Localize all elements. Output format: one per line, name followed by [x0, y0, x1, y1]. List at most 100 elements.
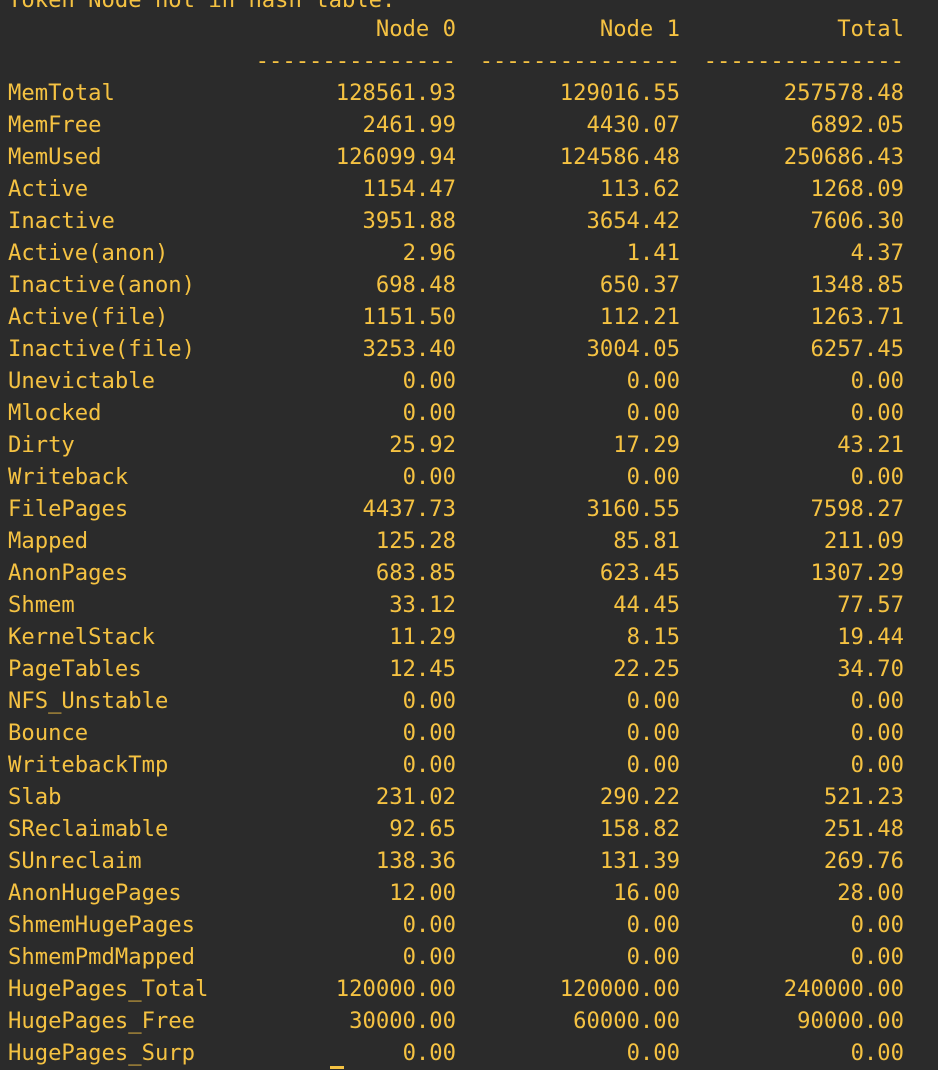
- row-node1-value: 112.21: [599, 304, 680, 330]
- table-row: SUnreclaim 138.36 131.39 269.76: [0, 845, 938, 877]
- row-node0-value: 138.36: [375, 848, 456, 874]
- row-total-value: 90000.00: [797, 1008, 904, 1034]
- table-row: MemUsed 126099.94 124586.48 250686.43: [0, 141, 938, 173]
- row-node1-value: 129016.55: [559, 80, 680, 106]
- row-node0-value: 0.00: [402, 688, 456, 714]
- row-label: SUnreclaim: [8, 848, 142, 874]
- row-label: Active(file): [8, 304, 169, 330]
- row-node1-value: 8.15: [626, 624, 680, 650]
- row-node0-value: 231.02: [375, 784, 456, 810]
- row-node1-value: 623.45: [599, 560, 680, 586]
- table-row: FilePages 4437.73 3160.55 7598.27: [0, 493, 938, 525]
- row-total-value: 0.00: [850, 752, 904, 778]
- table-row: Active 1154.47 113.62 1268.09: [0, 173, 938, 205]
- row-node1-value: 16.00: [613, 880, 680, 906]
- row-total-value: 0.00: [850, 368, 904, 394]
- row-label: Inactive(anon): [8, 272, 196, 298]
- table-row: AnonHugePages 12.00 16.00 28.00: [0, 877, 938, 909]
- table-row: PageTables 12.45 22.25 34.70: [0, 653, 938, 685]
- row-label: SReclaimable: [8, 816, 169, 842]
- row-label: PageTables: [8, 656, 142, 682]
- row-node0-value: 683.85: [375, 560, 456, 586]
- table-row: Mlocked 0.00 0.00 0.00: [0, 397, 938, 429]
- row-node1-value: 0.00: [626, 688, 680, 714]
- row-total-value: 34.70: [837, 656, 904, 682]
- table-row: HugePages_Free 30000.00 60000.00 90000.00: [0, 1005, 938, 1037]
- row-node1-value: 1.41: [626, 240, 680, 266]
- table-row: SReclaimable 92.65 158.82 251.48: [0, 813, 938, 845]
- row-label: Mlocked: [8, 400, 102, 426]
- row-node0-value: 0.00: [402, 400, 456, 426]
- row-node0-value: 4437.73: [362, 496, 456, 522]
- row-total-value: 211.09: [823, 528, 904, 554]
- row-total-value: 250686.43: [783, 144, 904, 170]
- row-node0-value: 0.00: [402, 720, 456, 746]
- row-node0-value: 120000.00: [335, 976, 456, 1002]
- row-label: Slab: [8, 784, 62, 810]
- row-total-value: 240000.00: [783, 976, 904, 1002]
- row-total-value: 1307.29: [810, 560, 904, 586]
- table-row: Dirty 25.92 17.29 43.21: [0, 429, 938, 461]
- row-node0-value: 0.00: [402, 464, 456, 490]
- row-node0-value: 33.12: [389, 592, 456, 618]
- table-row: HugePages_Total 120000.00 120000.00 240000.…: [0, 973, 938, 1005]
- table-row: ShmemPmdMapped 0.00 0.00 0.00: [0, 941, 938, 973]
- row-node0-value: 92.65: [389, 816, 456, 842]
- header-node0: Node 0: [375, 16, 456, 42]
- row-label: ShmemHugePages: [8, 912, 196, 938]
- row-node1-value: 3160.55: [586, 496, 680, 522]
- row-node1-value: 17.29: [613, 432, 680, 458]
- table-header-row: Node 0 Node 1 Total: [0, 13, 938, 45]
- row-total-value: 77.57: [837, 592, 904, 618]
- row-total-value: 521.23: [823, 784, 904, 810]
- row-node0-value: 2.96: [402, 240, 456, 266]
- row-node0-value: 30000.00: [349, 1008, 456, 1034]
- row-node1-value: 22.25: [613, 656, 680, 682]
- row-node0-value: 1154.47: [362, 176, 456, 202]
- separator-total: ---------------: [703, 48, 904, 74]
- row-node1-value: 44.45: [613, 592, 680, 618]
- terminal-window[interactable]: Token Node not in hash table. Node 0 Nod…: [0, 0, 938, 1070]
- row-total-value: 7598.27: [810, 496, 904, 522]
- row-node1-value: 0.00: [626, 752, 680, 778]
- row-label: Mapped: [8, 528, 89, 554]
- table-separator-row: --------------- --------------- --------…: [0, 45, 938, 77]
- table-row: Inactive(file) 3253.40 3004.05 6257.45: [0, 333, 938, 365]
- row-total-value: 0.00: [850, 912, 904, 938]
- row-label: AnonPages: [8, 560, 129, 586]
- row-node1-value: 0.00: [626, 1040, 680, 1066]
- row-node1-value: 3004.05: [586, 336, 680, 362]
- row-total-value: 6892.05: [810, 112, 904, 138]
- row-node0-value: 1151.50: [362, 304, 456, 330]
- row-label: Active(anon): [8, 240, 169, 266]
- separator-node1: ---------------: [479, 48, 680, 74]
- table-row: AnonPages 683.85 623.45 1307.29: [0, 557, 938, 589]
- row-label: AnonHugePages: [8, 880, 182, 906]
- row-node0-value: 0.00: [402, 368, 456, 394]
- table-row: Inactive(anon) 698.48 650.37 1348.85: [0, 269, 938, 301]
- row-label: Inactive: [8, 208, 115, 234]
- row-node0-value: 3253.40: [362, 336, 456, 362]
- row-total-value: 4.37: [850, 240, 904, 266]
- row-label: Bounce: [8, 720, 89, 746]
- header-total: Total: [837, 16, 904, 42]
- row-label: HugePages_Free: [8, 1008, 196, 1034]
- table-row: Bounce 0.00 0.00 0.00: [0, 717, 938, 749]
- row-label: Dirty: [8, 432, 75, 458]
- row-node1-value: 3654.42: [586, 208, 680, 234]
- row-node0-value: 0.00: [402, 1040, 456, 1066]
- table-row: Writeback 0.00 0.00 0.00: [0, 461, 938, 493]
- table-row: HugePages_Surp 0.00 0.00 0.00: [0, 1037, 938, 1069]
- row-node0-value: 0.00: [402, 752, 456, 778]
- row-total-value: 0.00: [850, 400, 904, 426]
- row-node1-value: 120000.00: [559, 976, 680, 1002]
- row-node1-value: 290.22: [599, 784, 680, 810]
- row-total-value: 1263.71: [810, 304, 904, 330]
- row-node1-value: 113.62: [599, 176, 680, 202]
- table-row: ShmemHugePages 0.00 0.00 0.00: [0, 909, 938, 941]
- row-label: MemFree: [8, 112, 102, 138]
- terminal-cursor: [330, 1066, 344, 1069]
- table-row: MemTotal 128561.93 129016.55 257578.48: [0, 77, 938, 109]
- row-label: Shmem: [8, 592, 75, 618]
- row-node0-value: 126099.94: [335, 144, 456, 170]
